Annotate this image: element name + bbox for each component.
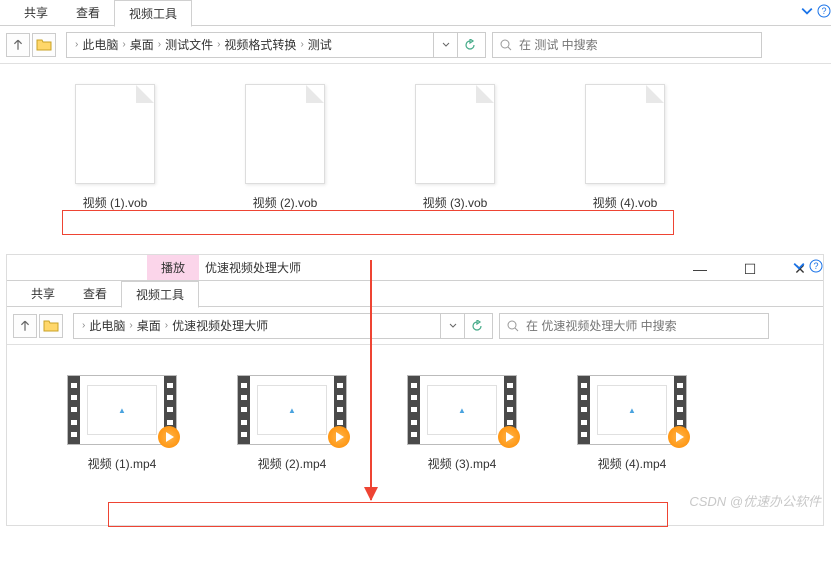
breadcrumb-label: 此电脑 bbox=[89, 317, 125, 334]
refresh-button[interactable] bbox=[464, 314, 488, 338]
breadcrumb-label: 桌面 bbox=[137, 317, 161, 334]
refresh-icon bbox=[464, 39, 476, 51]
breadcrumb-label: 优速视频处理大师 bbox=[172, 317, 268, 334]
breadcrumb-item[interactable]: ›桌面 bbox=[125, 317, 160, 334]
svg-text:?: ? bbox=[813, 261, 818, 271]
breadcrumb-item[interactable]: ›此电脑 bbox=[78, 317, 125, 334]
watermark-text: CSDN @优速办公软件 bbox=[689, 491, 821, 510]
title-tabs-row: 播放 优速视频处理大师 — ☐ ✕ bbox=[7, 255, 823, 281]
minimize-icon: — bbox=[693, 261, 707, 277]
address-toolbar: ›此电脑 ›桌面 ›测试文件 ›视频格式转换 ›测试 bbox=[0, 26, 831, 64]
folder-icon-button[interactable] bbox=[39, 314, 63, 338]
file-name-label: 视频 (2).mp4 bbox=[258, 455, 327, 472]
breadcrumb-item[interactable]: ›桌面 bbox=[118, 36, 153, 53]
help-icon[interactable]: ? bbox=[809, 259, 823, 273]
breadcrumb-bar[interactable]: ›此电脑 ›桌面 ›优速视频处理大师 bbox=[73, 313, 493, 339]
search-box[interactable] bbox=[499, 313, 769, 339]
maximize-button[interactable]: ☐ bbox=[735, 259, 765, 279]
breadcrumb-item[interactable]: ›测试 bbox=[296, 36, 331, 53]
breadcrumb-bar[interactable]: ›此电脑 ›桌面 ›测试文件 ›视频格式转换 ›测试 bbox=[66, 32, 486, 58]
video-thumbnail: ▲ bbox=[407, 375, 517, 445]
window-title: 优速视频处理大师 bbox=[199, 255, 315, 280]
breadcrumb-item[interactable]: ›视频格式转换 bbox=[213, 36, 296, 53]
video-thumbnail: ▲ bbox=[67, 375, 177, 445]
file-icon bbox=[75, 84, 155, 184]
file-name-label: 视频 (3).vob bbox=[423, 194, 488, 211]
address-toolbar: ›此电脑 ›桌面 ›优速视频处理大师 bbox=[7, 307, 823, 345]
refresh-icon bbox=[471, 320, 483, 332]
breadcrumb-item[interactable]: ›测试文件 bbox=[154, 36, 213, 53]
tab-play[interactable]: 播放 bbox=[147, 255, 199, 280]
search-icon bbox=[506, 319, 520, 333]
file-item[interactable]: 视频 (3).vob bbox=[390, 84, 520, 211]
folder-icon bbox=[43, 318, 59, 334]
tab-share[interactable]: 共享 bbox=[17, 281, 69, 306]
file-name-label: 视频 (4).mp4 bbox=[598, 455, 667, 472]
play-icon bbox=[498, 426, 520, 448]
address-dropdown-button[interactable] bbox=[433, 33, 457, 57]
chevron-down-icon bbox=[801, 5, 813, 17]
file-list-area[interactable]: 视频 (1).vob 视频 (2).vob 视频 (3).vob 视频 (4).… bbox=[0, 64, 831, 244]
file-item[interactable]: 视频 (2).vob bbox=[220, 84, 350, 211]
breadcrumb-label: 视频格式转换 bbox=[224, 36, 296, 53]
play-icon bbox=[158, 426, 180, 448]
file-item[interactable]: 视频 (1).vob bbox=[50, 84, 180, 211]
refresh-button[interactable] bbox=[457, 33, 481, 57]
maximize-icon: ☐ bbox=[744, 261, 757, 278]
tab-video-tools[interactable]: 视频工具 bbox=[114, 0, 192, 27]
file-name-label: 视频 (1).mp4 bbox=[88, 455, 157, 472]
up-arrow-icon bbox=[12, 39, 24, 51]
breadcrumb-item[interactable]: ›优速视频处理大师 bbox=[161, 317, 268, 334]
tab-view[interactable]: 查看 bbox=[69, 281, 121, 306]
file-icon bbox=[585, 84, 665, 184]
search-input[interactable] bbox=[519, 38, 755, 52]
file-item[interactable]: ▲ 视频 (4).mp4 bbox=[567, 375, 697, 472]
ribbon-tabs: 共享 查看 视频工具 ? bbox=[7, 281, 823, 307]
search-icon bbox=[499, 38, 513, 52]
file-name-label: 视频 (4).vob bbox=[593, 194, 658, 211]
video-thumbnail: ▲ bbox=[577, 375, 687, 445]
nav-up-button[interactable] bbox=[6, 33, 30, 57]
minimize-button[interactable]: — bbox=[685, 259, 715, 279]
up-arrow-icon bbox=[19, 320, 31, 332]
svg-text:?: ? bbox=[821, 6, 826, 16]
file-item[interactable]: ▲ 视频 (1).mp4 bbox=[57, 375, 187, 472]
video-thumbnail: ▲ bbox=[237, 375, 347, 445]
folder-icon bbox=[36, 37, 52, 53]
explorer-window-target: 播放 优速视频处理大师 — ☐ ✕ 共享 查看 视频工具 ? ›此电脑 ›桌面 bbox=[6, 254, 824, 526]
breadcrumb-label: 此电脑 bbox=[82, 36, 118, 53]
file-item[interactable]: ▲ 视频 (3).mp4 bbox=[397, 375, 527, 472]
chevron-down-icon bbox=[793, 260, 805, 272]
file-name-label: 视频 (1).vob bbox=[83, 194, 148, 211]
breadcrumb-label: 桌面 bbox=[130, 36, 154, 53]
tab-view[interactable]: 查看 bbox=[62, 0, 114, 25]
tab-video-tools[interactable]: 视频工具 bbox=[121, 281, 199, 308]
search-input[interactable] bbox=[526, 319, 762, 333]
nav-up-button[interactable] bbox=[13, 314, 37, 338]
breadcrumb-label: 测试文件 bbox=[165, 36, 213, 53]
file-item[interactable]: 视频 (4).vob bbox=[560, 84, 690, 211]
explorer-window-source: 共享 查看 视频工具 ? ›此电脑 ›桌面 ›测试文件 ›视频格式转换 ›测试 bbox=[0, 0, 831, 244]
breadcrumb-label: 测试 bbox=[308, 36, 332, 53]
ribbon-expand-button[interactable]: ? bbox=[801, 4, 831, 18]
address-dropdown-button[interactable] bbox=[440, 314, 464, 338]
chevron-down-icon bbox=[441, 40, 451, 50]
tab-share[interactable]: 共享 bbox=[10, 0, 62, 25]
breadcrumb-item[interactable]: ›此电脑 bbox=[71, 36, 118, 53]
annotation-arrow bbox=[370, 260, 372, 500]
file-icon bbox=[415, 84, 495, 184]
file-name-label: 视频 (3).mp4 bbox=[428, 455, 497, 472]
search-box[interactable] bbox=[492, 32, 762, 58]
file-name-label: 视频 (2).vob bbox=[253, 194, 318, 211]
play-icon bbox=[328, 426, 350, 448]
ribbon-tabs: 共享 查看 视频工具 ? bbox=[0, 0, 831, 26]
file-icon bbox=[245, 84, 325, 184]
chevron-down-icon bbox=[448, 321, 458, 331]
file-item[interactable]: ▲ 视频 (2).mp4 bbox=[227, 375, 357, 472]
folder-icon-button[interactable] bbox=[32, 33, 56, 57]
help-icon[interactable]: ? bbox=[817, 4, 831, 18]
play-icon bbox=[668, 426, 690, 448]
ribbon-expand-button[interactable]: ? bbox=[793, 259, 823, 273]
